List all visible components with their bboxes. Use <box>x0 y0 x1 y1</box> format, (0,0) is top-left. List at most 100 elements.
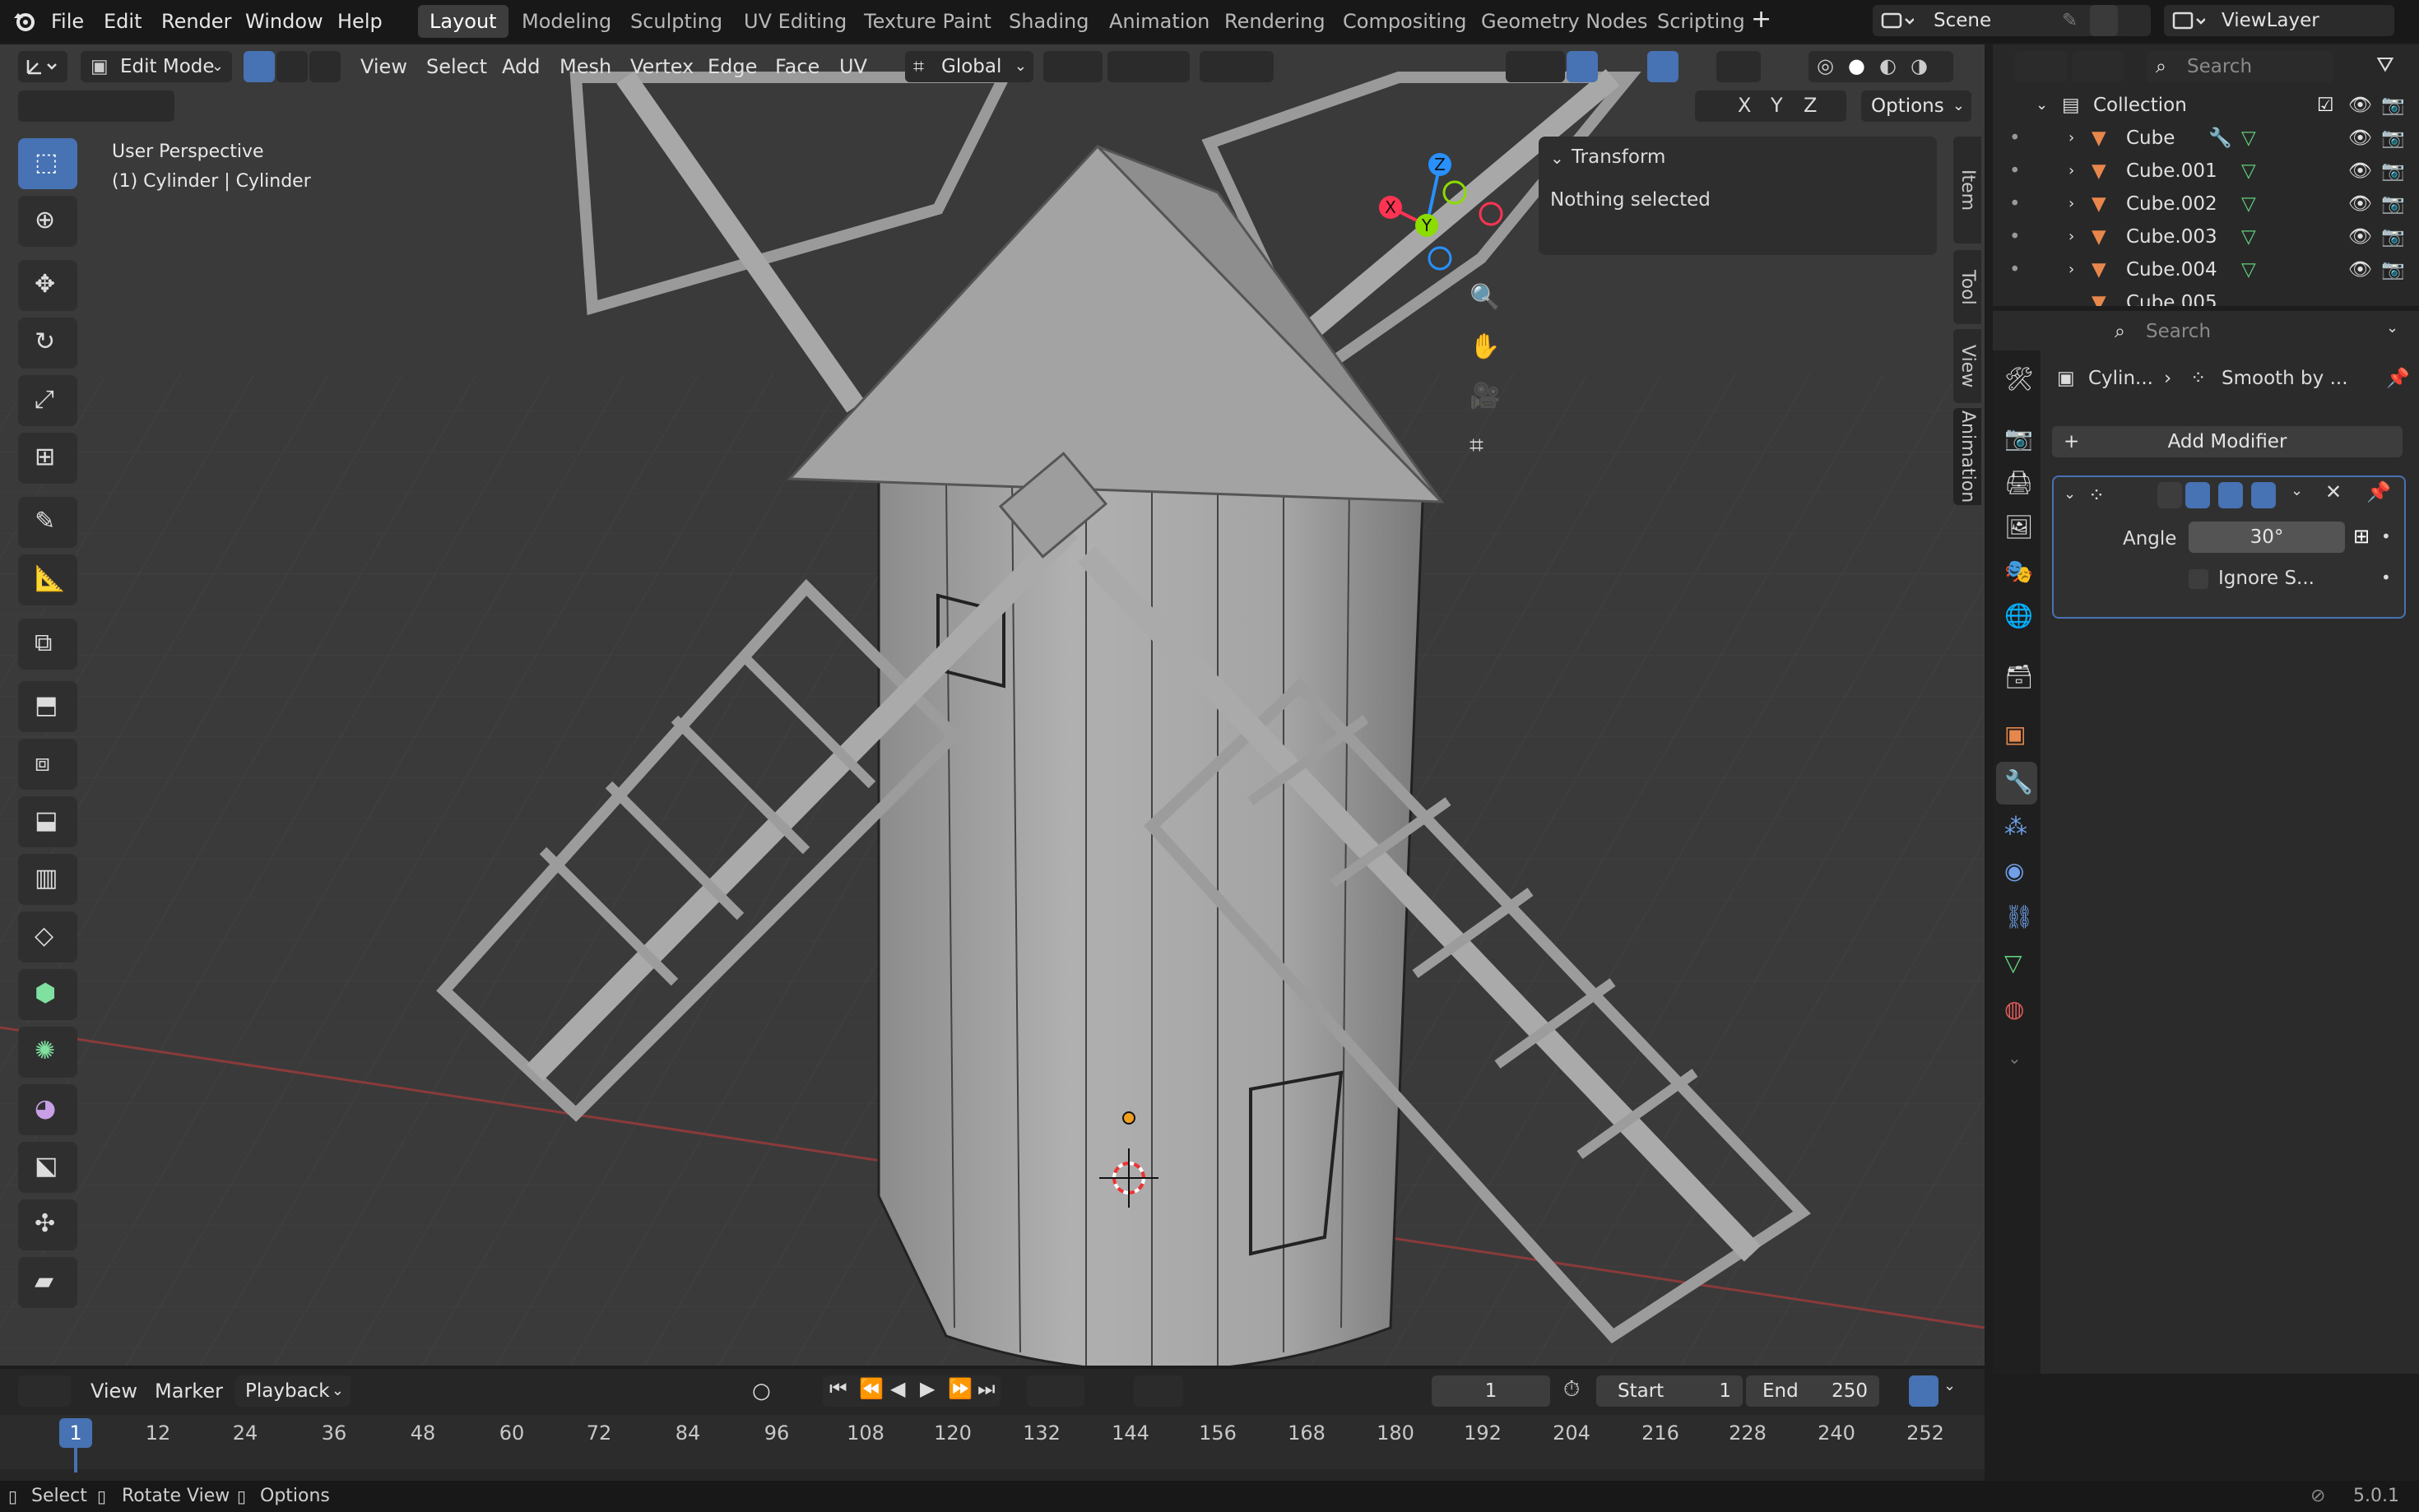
transform-orientation-dropdown[interactable]: ⌗ Global ⌄ <box>905 51 1033 82</box>
zoom-icon[interactable]: 🔍 <box>1470 283 1500 312</box>
constraints-tab-icon[interactable]: ⛓ <box>2004 903 2034 930</box>
menu-mesh[interactable]: Mesh <box>559 51 611 82</box>
outliner-row[interactable]: • › ▼ Cube.003 ▽ 👁 📷 <box>1993 220 2419 253</box>
chevron-down-icon[interactable]: ⌄ <box>2008 1048 2022 1068</box>
tab-sculpting[interactable]: Sculpting <box>619 5 734 38</box>
eye-icon[interactable]: 👁 <box>2348 220 2372 253</box>
tab-shading[interactable]: Shading <box>997 5 1101 38</box>
tab-uv-editing[interactable]: UV Editing <box>732 5 858 38</box>
mesh-data-icon[interactable]: ▽ <box>2241 155 2256 188</box>
tab-scripting[interactable]: Scripting <box>1646 5 1757 38</box>
poly-build-tool[interactable]: ⬢ <box>18 969 77 1020</box>
tab-modeling[interactable]: Modeling <box>510 5 623 38</box>
outliner-row[interactable]: • › ▼ Cube.001 ▽ 👁 📷 <box>1993 155 2419 188</box>
new-scene-button[interactable] <box>2090 5 2118 36</box>
keyframe-jump-buttons[interactable] <box>1027 1375 1084 1407</box>
tab-animation-side[interactable]: Animation <box>1953 408 1981 505</box>
physics-tab-icon[interactable]: ◉ <box>2004 857 2024 884</box>
transform-panel-title[interactable]: Transform <box>1572 146 1665 168</box>
tab-animation[interactable]: Animation <box>1098 5 1221 38</box>
overlay-toggle-button[interactable] <box>1647 51 1678 82</box>
hand-pan-icon[interactable]: ✋ <box>1470 332 1500 361</box>
mirror-y-toggle[interactable]: Y <box>1771 94 1783 117</box>
menu-edit[interactable]: Edit <box>104 8 142 35</box>
transform-tool[interactable]: ⊞ <box>18 433 77 484</box>
tab-rendering[interactable]: Rendering <box>1213 5 1337 38</box>
camera-render-icon[interactable]: 📷 <box>2381 122 2405 155</box>
move-tool[interactable]: ✥ <box>18 260 77 311</box>
overlays-toggle-button[interactable] <box>1909 1375 1938 1407</box>
tab-tool[interactable]: Tool <box>1953 250 1981 324</box>
mirror-axis-group[interactable]: X Y Z <box>1695 90 1846 122</box>
outliner-row[interactable]: • › ▼ Cube 🔧 ▽ 👁 📷 <box>1993 122 2419 155</box>
ignore-sharp-checkbox[interactable] <box>2189 569 2208 589</box>
object-tab-icon[interactable]: ▣ <box>2004 721 2026 748</box>
camera-render-icon[interactable]: 📷 <box>2381 89 2405 122</box>
chevron-down-icon[interactable]: ⌄ <box>2036 89 2048 122</box>
add-modifier-button[interactable]: + Add Modifier <box>2052 426 2403 457</box>
rendered-shading-icon[interactable]: ◑ <box>1911 54 1928 77</box>
vertex-select-button[interactable] <box>244 51 275 82</box>
playback-controls[interactable]: ⏮ ⏪ ◀ ▶ ⏩ ⏭ <box>823 1375 1001 1407</box>
knife-tool[interactable]: ◇ <box>18 911 77 962</box>
menu-render[interactable]: Render <box>161 8 231 35</box>
chevron-down-icon[interactable]: ⌄ <box>1943 1377 1956 1394</box>
outliner-editor-type-button[interactable] <box>2014 51 2067 82</box>
playback-dropdown[interactable]: Playback ⌄ <box>235 1375 351 1407</box>
animate-dot-icon[interactable]: • <box>2381 568 2391 587</box>
eye-icon[interactable]: 👁 <box>2348 122 2372 155</box>
angle-input[interactable]: 30° <box>2189 522 2345 553</box>
eye-icon[interactable]: 👁 <box>2348 188 2372 220</box>
pin-icon[interactable]: ✎ <box>2062 5 2078 36</box>
proportional-edit-button[interactable] <box>1200 51 1274 82</box>
end-frame-input[interactable]: End 250 <box>1746 1375 1879 1407</box>
chevron-right-icon[interactable]: › <box>2068 188 2074 220</box>
spin-tool[interactable]: ✺ <box>18 1027 77 1078</box>
pivot-point-button[interactable] <box>1043 51 1103 82</box>
material-shading-icon[interactable]: ◐ <box>1879 54 1897 77</box>
options-dropdown[interactable]: Options ⌄ <box>1861 90 1971 122</box>
annotate-tool[interactable]: ✎ <box>18 497 77 548</box>
menu-edge[interactable]: Edge <box>708 51 757 82</box>
selection-mode-group[interactable] <box>18 90 174 122</box>
mesh-data-icon[interactable]: ▽ <box>2241 220 2256 253</box>
select-box-tool[interactable]: ⬚ <box>18 138 77 189</box>
chevron-down-icon[interactable]: ⌄ <box>2291 482 2303 499</box>
menu-face[interactable]: Face <box>775 51 819 82</box>
timeline-ruler[interactable] <box>0 1415 1985 1469</box>
particles-tab-icon[interactable]: ⁂ <box>2004 813 2027 840</box>
properties-search-input[interactable]: ⌕ Search <box>2105 316 2291 347</box>
outliner-row-collection[interactable]: ⌄ ▤ Collection ☑ 👁 📷 <box>1993 89 2419 122</box>
start-frame-input[interactable]: Start 1 <box>1596 1375 1743 1407</box>
timeline-menu-view[interactable]: View <box>91 1375 137 1407</box>
3d-viewport[interactable]: ▣ Edit Mode ⌄ View Select Add Mesh Verte… <box>0 44 1985 1366</box>
outliner-row[interactable]: • › ▼ Cube.004 ▽ 👁 📷 <box>1993 253 2419 286</box>
face-select-button[interactable] <box>309 51 341 82</box>
menu-select[interactable]: Select <box>426 51 487 82</box>
material-tab-icon[interactable]: ◍ <box>2004 995 2024 1023</box>
camera-icon[interactable]: 🎥 <box>1470 382 1500 410</box>
camera-render-icon[interactable]: 📷 <box>2381 188 2405 220</box>
keying-record-icon[interactable]: ○ <box>752 1379 771 1403</box>
render-tab-icon[interactable]: 📷 <box>2004 424 2033 452</box>
checkbox-icon[interactable]: ☑ <box>2317 89 2334 122</box>
view-layer-tab-icon[interactable]: 🖼 <box>2004 513 2034 540</box>
chevron-down-icon[interactable]: ⌄ <box>1550 148 1564 168</box>
gizmo-toggle-button[interactable] <box>1567 51 1598 82</box>
cursor-tool[interactable]: ⊕ <box>18 196 77 247</box>
shrink-fatten-tool[interactable]: ✣ <box>18 1199 77 1250</box>
chevron-right-icon[interactable]: › <box>2068 122 2074 155</box>
display-mode-button[interactable] <box>2072 51 2124 82</box>
snap-button[interactable] <box>1107 51 1190 82</box>
chevron-down-icon[interactable]: ⌄ <box>2386 319 2398 336</box>
scene-tab-icon[interactable]: 🎭 <box>2004 558 2033 585</box>
shading-mode-group[interactable]: ◎ ● ◐ ◑ <box>1808 51 1953 82</box>
tab-view[interactable]: View <box>1953 329 1981 403</box>
camera-render-icon[interactable]: 📷 <box>2381 155 2405 188</box>
outliner-search-input[interactable]: ⌕ Search <box>2146 51 2333 82</box>
solid-shading-icon[interactable]: ● <box>1848 54 1865 77</box>
pin-icon[interactable]: 📌 <box>2386 362 2410 395</box>
rotate-tool[interactable]: ↻ <box>18 318 77 369</box>
eye-icon[interactable]: 👁 <box>2348 89 2372 122</box>
loop-cut-tool[interactable]: ▥ <box>18 854 77 905</box>
